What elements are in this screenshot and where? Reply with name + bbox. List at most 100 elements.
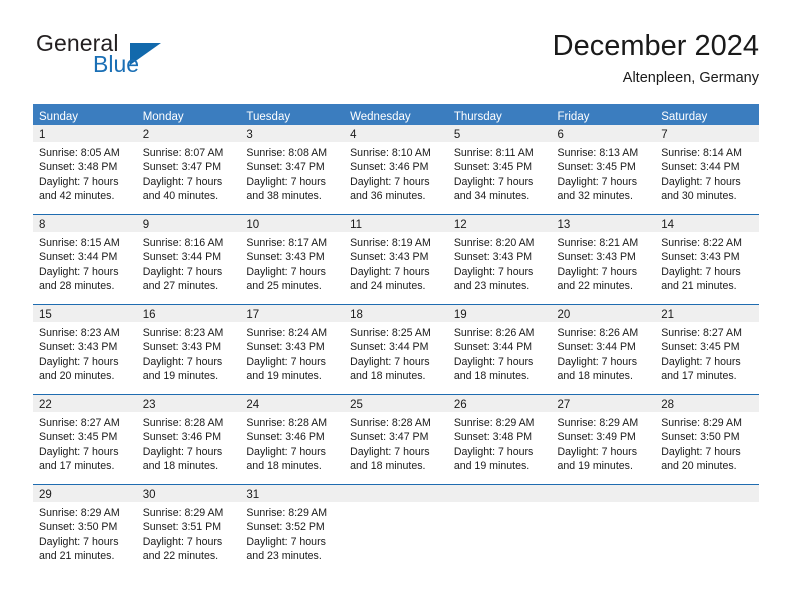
day-number-band: 23 (136, 395, 241, 412)
weekday-label: Friday (557, 111, 590, 123)
page-subtitle: Altenpleen, Germany (622, 70, 759, 86)
calendar-week-row: 1 Sunrise: 8:05 AM Sunset: 3:48 PM Daylight… (33, 125, 759, 214)
day-number: 4 (350, 129, 357, 141)
calendar-day-cell[interactable]: 31 Sunrise: 8:29 AM Sunset: 3:52 PM Dayligh… (240, 485, 345, 574)
calendar-day-cell[interactable]: 23 Sunrise: 8:28 AM Sunset: 3:46 PM Dayligh… (136, 395, 241, 484)
daylight-text-line1: Daylight: 7 hours (246, 265, 326, 278)
calendar-day-cell[interactable]: 5 Sunrise: 8:11 AM Sunset: 3:45 PM Daylight… (447, 125, 552, 214)
calendar-day-cell-empty (655, 485, 759, 574)
day-details (447, 502, 552, 506)
day-number-band: 5 (447, 125, 552, 142)
daylight-text-line2: and 30 minutes. (661, 190, 737, 203)
day-details: Sunrise: 8:11 AM Sunset: 3:45 PM Daylight:… (447, 142, 552, 204)
sunrise-text: Sunrise: 8:25 AM (350, 327, 431, 339)
daylight-text-line2: and 32 minutes. (557, 190, 633, 203)
daylight-text-line1: Daylight: 7 hours (39, 265, 119, 278)
daylight-text-line2: and 24 minutes. (350, 280, 426, 293)
day-details: Sunrise: 8:23 AM Sunset: 3:43 PM Daylight:… (136, 322, 241, 384)
calendar-day-cell[interactable]: 29 Sunrise: 8:29 AM Sunset: 3:50 PM Dayligh… (33, 485, 137, 574)
day-number-band: 22 (33, 395, 137, 412)
daylight-text-line2: and 36 minutes. (350, 190, 426, 203)
title-block: December 2024 Altenpleen, Germany (553, 28, 759, 89)
daylight-text-line1: Daylight: 7 hours (453, 175, 534, 188)
day-details: Sunrise: 8:15 AM Sunset: 3:44 PM Daylight:… (33, 232, 137, 294)
week-inner: 22 Sunrise: 8:27 AM Sunset: 3:45 PM Dayligh… (33, 395, 759, 484)
day-details: Sunrise: 8:29 AM Sunset: 3:49 PM Daylight:… (551, 412, 656, 474)
daylight-text-line1: Daylight: 7 hours (350, 445, 430, 458)
sunrise-text: Sunrise: 8:29 AM (39, 507, 120, 519)
sunrise-text: Sunrise: 8:07 AM (142, 147, 224, 159)
weekday-header-monday: Monday (136, 104, 241, 125)
calendar-day-cell[interactable]: 6 Sunrise: 8:13 AM Sunset: 3:45 PM Daylight… (551, 125, 656, 214)
calendar-day-cell[interactable]: 21 Sunrise: 8:27 AM Sunset: 3:45 PM Dayligh… (655, 305, 759, 394)
calendar-day-cell[interactable]: 4 Sunrise: 8:10 AM Sunset: 3:46 PM Daylight… (344, 125, 448, 214)
daylight-text-line1: Daylight: 7 hours (39, 535, 119, 548)
day-details: Sunrise: 8:28 AM Sunset: 3:47 PM Daylight:… (344, 412, 448, 474)
sunset-text: Sunset: 3:43 PM (453, 251, 533, 264)
calendar-day-cell[interactable]: 11 Sunrise: 8:19 AM Sunset: 3:43 PM Dayligh… (344, 215, 448, 304)
calendar-day-cell[interactable]: 18 Sunrise: 8:25 AM Sunset: 3:44 PM Dayligh… (344, 305, 448, 394)
calendar-day-cell[interactable]: 15 Sunrise: 8:23 AM Sunset: 3:43 PM Dayligh… (33, 305, 137, 394)
day-number-band: 19 (447, 305, 552, 322)
sunrise-text: Sunrise: 8:29 AM (142, 507, 224, 519)
calendar-day-cell[interactable]: 22 Sunrise: 8:27 AM Sunset: 3:45 PM Dayligh… (33, 395, 137, 484)
calendar-day-cell[interactable]: 1 Sunrise: 8:05 AM Sunset: 3:48 PM Daylight… (33, 125, 137, 214)
sunset-text: Sunset: 3:44 PM (39, 251, 118, 264)
day-number-band (344, 485, 448, 502)
day-number: 10 (246, 219, 260, 231)
calendar-day-cell[interactable]: 24 Sunrise: 8:28 AM Sunset: 3:46 PM Dayligh… (240, 395, 345, 484)
daylight-text-line2: and 34 minutes. (453, 190, 530, 203)
day-number: 8 (39, 219, 46, 231)
sunset-text: Sunset: 3:43 PM (39, 341, 118, 354)
day-number: 27 (557, 399, 571, 411)
week-inner: 15 Sunrise: 8:23 AM Sunset: 3:43 PM Dayligh… (33, 305, 759, 394)
calendar-day-cell[interactable]: 25 Sunrise: 8:28 AM Sunset: 3:47 PM Dayligh… (344, 395, 448, 484)
sunset-text: Sunset: 3:52 PM (246, 521, 325, 534)
sunset-text: Sunset: 3:46 PM (246, 431, 325, 444)
sunrise-text: Sunrise: 8:29 AM (246, 507, 328, 519)
day-number-band: 2 (136, 125, 241, 142)
calendar-day-cell[interactable]: 9 Sunrise: 8:16 AM Sunset: 3:44 PM Daylight… (136, 215, 241, 304)
sunrise-text: Sunrise: 8:26 AM (453, 327, 535, 339)
calendar-day-cell[interactable]: 19 Sunrise: 8:26 AM Sunset: 3:44 PM Dayligh… (447, 305, 552, 394)
calendar-day-cell-empty (551, 485, 656, 574)
sunset-text: Sunset: 3:45 PM (661, 341, 740, 354)
calendar-week-row: 29 Sunrise: 8:29 AM Sunset: 3:50 PM Dayligh… (33, 484, 759, 574)
daylight-text-line1: Daylight: 7 hours (453, 445, 534, 458)
daylight-text-line1: Daylight: 7 hours (39, 445, 119, 458)
weekday-header-saturday: Saturday (655, 104, 759, 125)
sunrise-text: Sunrise: 8:05 AM (39, 147, 120, 159)
calendar-day-cell[interactable]: 17 Sunrise: 8:24 AM Sunset: 3:43 PM Dayligh… (240, 305, 345, 394)
calendar-day-cell[interactable]: 14 Sunrise: 8:22 AM Sunset: 3:43 PM Dayligh… (655, 215, 759, 304)
calendar-day-cell[interactable]: 12 Sunrise: 8:20 AM Sunset: 3:43 PM Dayligh… (447, 215, 552, 304)
calendar-day-cell[interactable]: 16 Sunrise: 8:23 AM Sunset: 3:43 PM Dayligh… (136, 305, 241, 394)
daylight-text-line1: Daylight: 7 hours (350, 265, 430, 278)
day-number-band (551, 485, 656, 502)
day-details: Sunrise: 8:08 AM Sunset: 3:47 PM Daylight:… (240, 142, 345, 204)
daylight-text-line2: and 28 minutes. (39, 280, 115, 293)
day-number-band: 12 (447, 215, 552, 232)
sunset-text: Sunset: 3:43 PM (350, 251, 429, 264)
day-number: 2 (142, 129, 150, 141)
calendar-day-cell[interactable]: 8 Sunrise: 8:15 AM Sunset: 3:44 PM Daylight… (33, 215, 137, 304)
calendar-week-row: 8 Sunrise: 8:15 AM Sunset: 3:44 PM Daylight… (33, 214, 759, 304)
weekday-header-thursday: Thursday (447, 104, 552, 125)
calendar-day-cell[interactable]: 27 Sunrise: 8:29 AM Sunset: 3:49 PM Dayligh… (551, 395, 656, 484)
calendar-day-cell[interactable]: 26 Sunrise: 8:29 AM Sunset: 3:48 PM Dayligh… (447, 395, 552, 484)
day-number: 19 (453, 309, 467, 321)
daylight-text-line2: and 19 minutes. (557, 460, 633, 473)
calendar-day-cell[interactable]: 13 Sunrise: 8:21 AM Sunset: 3:43 PM Dayligh… (551, 215, 656, 304)
generalblue-logo[interactable]: General Blue (33, 30, 213, 86)
sunset-text: Sunset: 3:49 PM (557, 431, 636, 444)
calendar-day-cell[interactable]: 2 Sunrise: 8:07 AM Sunset: 3:47 PM Daylight… (136, 125, 241, 214)
calendar-day-cell[interactable]: 10 Sunrise: 8:17 AM Sunset: 3:43 PM Dayligh… (240, 215, 345, 304)
calendar-day-cell-empty (344, 485, 448, 574)
day-number-band: 13 (551, 215, 656, 232)
day-number: 12 (453, 219, 467, 231)
calendar-day-cell[interactable]: 30 Sunrise: 8:29 AM Sunset: 3:51 PM Dayligh… (136, 485, 241, 574)
calendar-day-cell[interactable]: 7 Sunrise: 8:14 AM Sunset: 3:44 PM Daylight… (655, 125, 759, 214)
calendar-day-cell[interactable]: 3 Sunrise: 8:08 AM Sunset: 3:47 PM Daylight… (240, 125, 345, 214)
calendar-page: General Blue December 2024 Altenpleen, G… (0, 0, 792, 612)
calendar-day-cell[interactable]: 20 Sunrise: 8:26 AM Sunset: 3:44 PM Dayligh… (551, 305, 656, 394)
calendar-day-cell[interactable]: 28 Sunrise: 8:29 AM Sunset: 3:50 PM Dayligh… (655, 395, 759, 484)
